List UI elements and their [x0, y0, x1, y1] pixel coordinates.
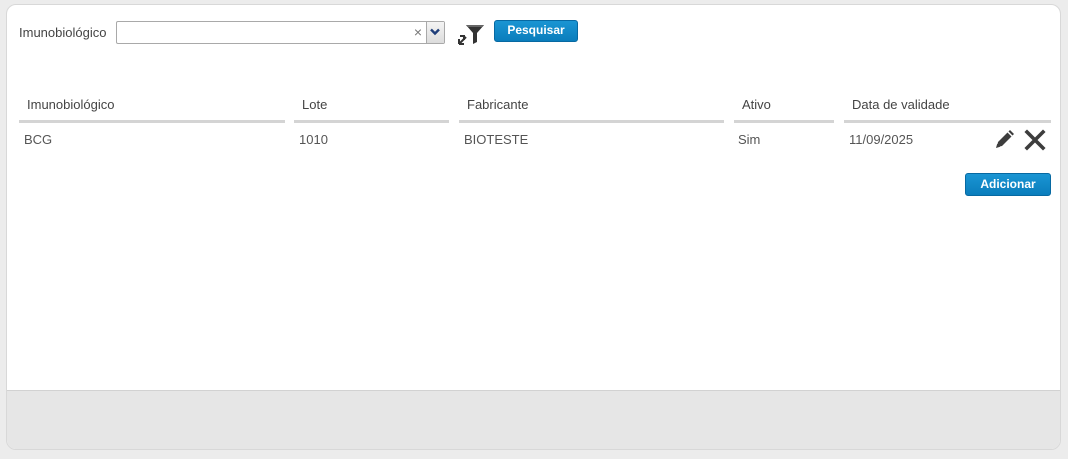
column-header-label: Fabricante	[467, 97, 529, 112]
cell-data-validade: 11/09/2025	[849, 132, 914, 147]
footer-bar	[7, 390, 1060, 449]
column-header-fabricante[interactable]: Fabricante	[459, 97, 724, 123]
content-panel: Imunobiológico × Pesquisar Imunobiológic…	[6, 4, 1061, 450]
close-icon[interactable]	[1024, 129, 1046, 151]
imunobiologico-filter-label: Imunobiológico	[19, 25, 107, 40]
column-header-label: Data de validade	[852, 97, 950, 112]
cell-ativo: Sim	[738, 132, 761, 147]
column-header-ativo[interactable]: Ativo	[734, 97, 834, 123]
chevron-down-icon	[430, 28, 440, 36]
cell-imunobiologico: BCG	[24, 132, 53, 147]
pencil-icon[interactable]	[993, 129, 1015, 151]
imunobiologico-combobox[interactable]: ×	[116, 21, 445, 44]
column-header-imunobiologico[interactable]: Imunobiológico	[19, 97, 285, 123]
column-header-lote[interactable]: Lote	[294, 97, 449, 123]
column-header-label: Ativo	[742, 97, 771, 112]
column-header-data-validade[interactable]: Data de validade	[844, 97, 1051, 123]
column-header-label: Lote	[302, 97, 328, 112]
filter-reset-icon[interactable]	[457, 23, 485, 47]
clear-icon[interactable]: ×	[411, 23, 425, 42]
imunobiologico-combo-input[interactable]	[119, 23, 408, 44]
dropdown-button[interactable]	[426, 22, 444, 43]
cell-lote: 1010	[299, 132, 328, 147]
column-header-label: Imunobiológico	[27, 97, 115, 112]
search-button[interactable]: Pesquisar	[494, 20, 578, 42]
cell-fabricante: BIOTESTE	[464, 132, 529, 147]
add-button[interactable]: Adicionar	[965, 173, 1051, 196]
